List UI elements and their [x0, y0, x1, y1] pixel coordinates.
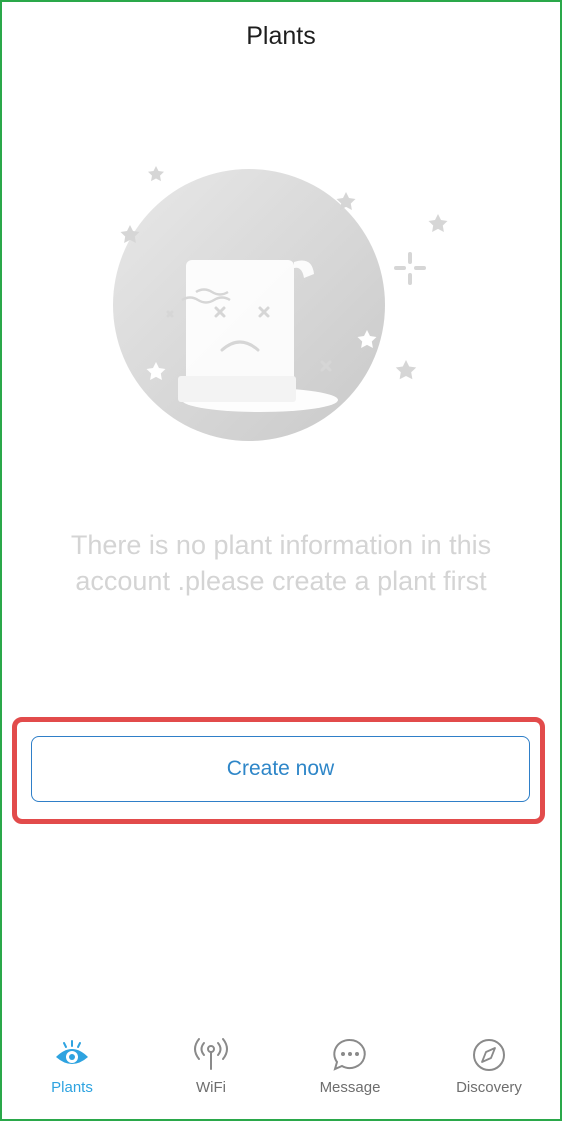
chat-bubble-icon [333, 1038, 366, 1071]
sparkle-icon [394, 252, 426, 285]
page-title: Plants [246, 22, 316, 50]
tab-wifi[interactable]: WiFi [151, 1023, 271, 1103]
empty-message-line1: There is no plant information in this [70, 530, 492, 560]
empty-state-illustration [113, 166, 448, 441]
bottom-tab-bar: Plants WiFi Message Discovery [0, 1023, 562, 1103]
compass-icon [473, 1039, 505, 1071]
empty-state-message: There is no plant information in this ac… [20, 527, 542, 599]
create-now-button[interactable]: Create now [31, 736, 530, 802]
tab-plants[interactable]: Plants [12, 1023, 132, 1103]
antenna-icon [194, 1038, 228, 1070]
tab-message[interactable]: Message [290, 1023, 410, 1103]
tab-discovery[interactable]: Discovery [429, 1023, 549, 1103]
tab-label: Plants [51, 1079, 93, 1096]
eye-icon [56, 1040, 88, 1064]
star-icon [148, 166, 164, 182]
star-icon [395, 360, 417, 380]
tab-label: Discovery [456, 1079, 522, 1096]
empty-message-line2: account .please create a plant first [75, 566, 487, 596]
star-icon [428, 214, 448, 232]
tab-label: WiFi [196, 1079, 226, 1096]
tab-label: Message [319, 1079, 381, 1096]
